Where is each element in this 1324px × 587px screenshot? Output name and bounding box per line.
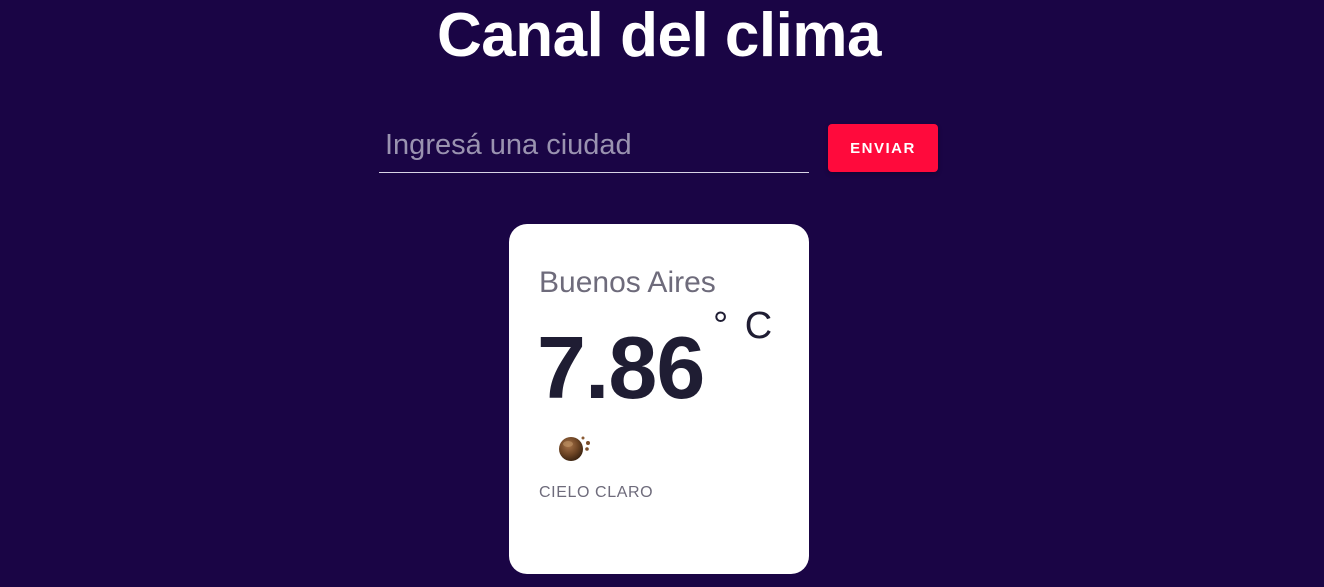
weather-description: CIELO CLARO xyxy=(539,484,654,501)
city-name: Buenos Aires xyxy=(539,266,716,299)
temperature-unit: ° C xyxy=(713,305,773,347)
send-button[interactable]: ENVIAR xyxy=(828,124,938,172)
weather-condition-icon xyxy=(555,429,595,461)
city-search-input[interactable] xyxy=(379,118,809,173)
weather-card: Buenos Aires 7.86 ° C CIELO CLARO xyxy=(509,224,809,574)
page-title: Canal del clima xyxy=(437,1,881,70)
search-form: ENVIAR xyxy=(379,118,939,178)
temperature-value: 7.86 xyxy=(537,318,705,417)
